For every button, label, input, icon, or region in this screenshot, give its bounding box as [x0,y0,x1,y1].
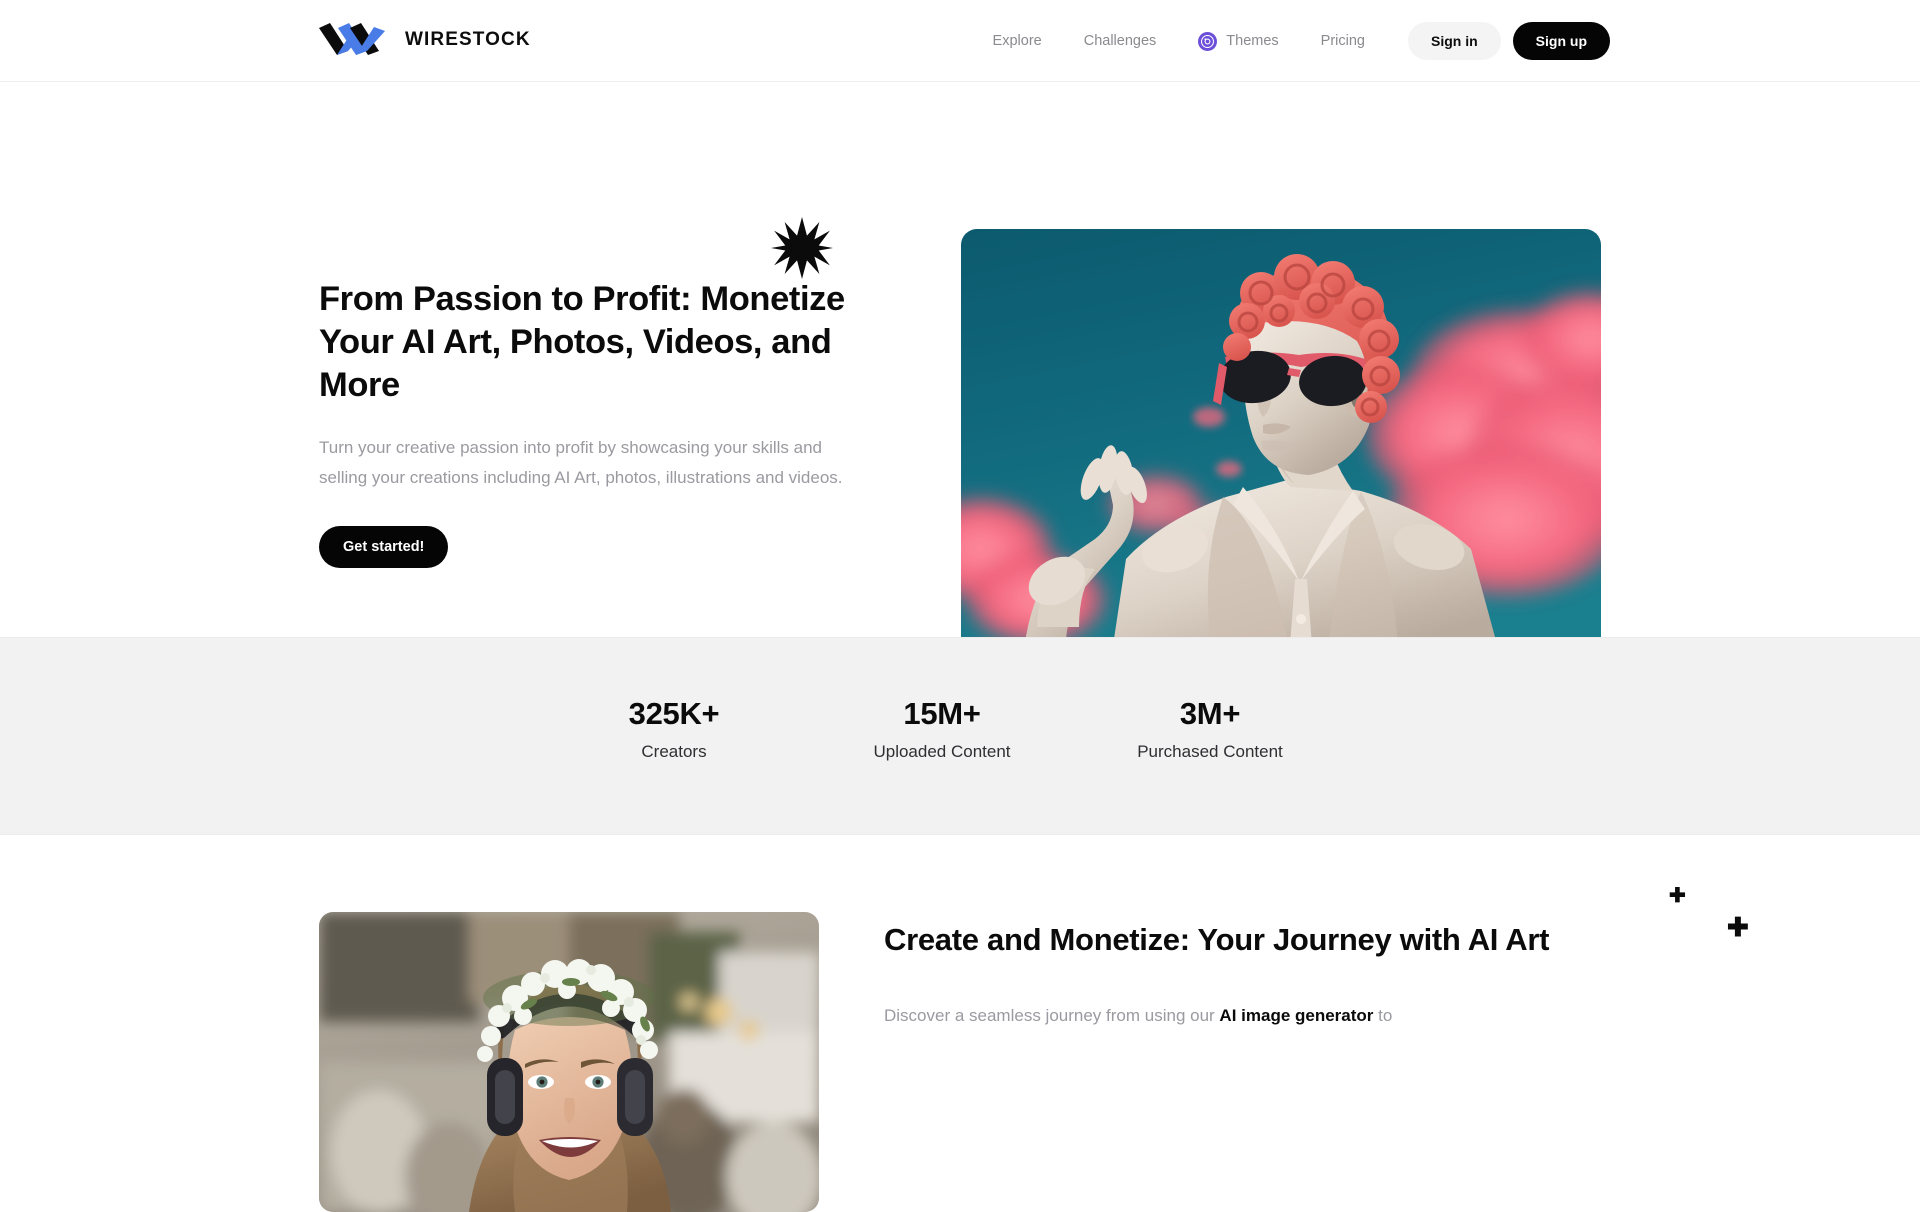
themes-palette-icon [1198,31,1218,51]
brand-name-text: WIRESTOCK [405,28,531,50]
primary-navigation: Explore Challenges Themes Pricing Sign i… [972,0,1610,82]
stats-band: 325K+ Creators 15M+ Uploaded Content 3M+… [0,637,1920,835]
nav-item-pricing[interactable]: Pricing [1300,34,1386,49]
story-image [319,912,819,1212]
hero-subtitle: Turn your creative passion into profit b… [319,438,843,487]
story-paragraph: Discover a seamless journey from using o… [884,1001,1584,1030]
stat-label: Creators [641,742,707,762]
stat-item: 15M+ Uploaded Content [808,695,1076,763]
nav-item-themes-label: Themes [1226,32,1279,49]
starburst-icon [771,217,833,279]
get-started-button[interactable]: Get started! [319,525,449,568]
story-title: Create and Monetize: Your Journey with A… [884,922,1550,957]
nav-item-explore[interactable]: Explore [972,34,1063,49]
story-copy: Create and Monetize: Your Journey with A… [884,920,1584,1030]
nav-item-themes[interactable]: Themes [1177,31,1299,51]
hero-copy: From Passion to Profit: Monetize Your AI… [319,278,879,568]
hero-title: From Passion to Profit: Monetize Your AI… [319,280,845,405]
stat-label: Purchased Content [1137,742,1283,762]
wirestock-chevron-logo-icon [318,22,392,56]
story-paragraph-tail: to [1373,1005,1393,1025]
story-paragraph-lead: Discover a seamless journey from using o… [884,1005,1220,1025]
hero-image [961,229,1601,659]
sign-in-button[interactable]: Sign in [1408,22,1501,60]
nav-item-challenges[interactable]: Challenges [1063,34,1178,49]
stats-list: 325K+ Creators 15M+ Uploaded Content 3M+… [540,695,1344,763]
stat-value: 15M+ [903,696,981,731]
site-header: WIRESTOCK Explore Challenges Themes Pric… [0,0,1920,82]
stat-item: 325K+ Creators [540,695,808,763]
sign-up-button[interactable]: Sign up [1512,22,1610,60]
stat-value: 3M+ [1179,696,1241,731]
plus-decoration-small-icon: ✚ [1669,885,1686,907]
story-paragraph-highlight: AI image generator [1219,1005,1374,1025]
brand-logo-link[interactable]: WIRESTOCK [318,22,531,56]
stat-item: 3M+ Purchased Content [1076,695,1344,763]
stat-value: 325K+ [628,696,720,731]
hero-section: From Passion to Profit: Monetize Your AI… [0,82,1920,659]
plus-decoration-large-icon: ✚ [1727,912,1749,942]
stat-label: Uploaded Content [873,742,1011,762]
